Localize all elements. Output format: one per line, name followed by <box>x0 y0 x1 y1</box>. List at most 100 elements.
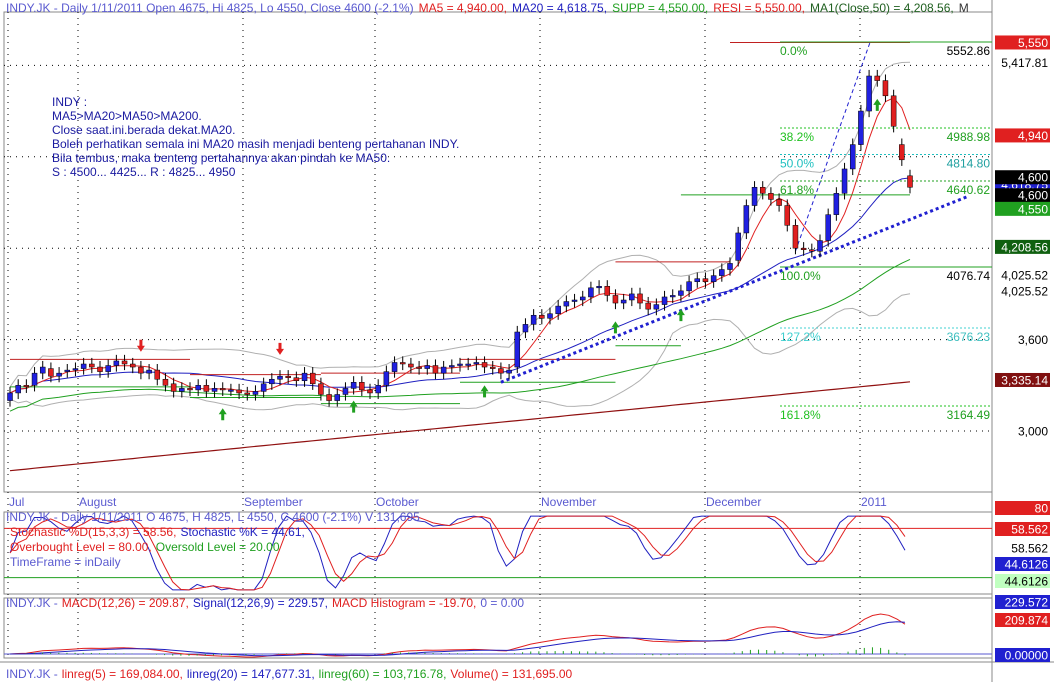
candle-down <box>309 372 316 385</box>
candle-up <box>866 75 872 112</box>
ma50-line <box>9 258 911 412</box>
candle-up <box>424 365 431 369</box>
candle-up <box>211 388 218 392</box>
candle-down <box>162 378 169 386</box>
price-axis-label: 5,417.81 <box>1001 56 1048 70</box>
candle-up <box>449 365 455 368</box>
candle-up <box>473 362 480 365</box>
buy-arrow <box>873 98 882 111</box>
price-axis-label: 4,600 <box>1018 171 1048 185</box>
candle-down <box>432 365 439 374</box>
candle-down <box>416 366 422 369</box>
volume-legend: linreg(60) = 103,716.78, <box>319 667 447 681</box>
candle-up <box>179 388 185 392</box>
stoch-legend: Stochastic %D(15,3,3) = 58.56, <box>10 525 176 539</box>
header-part: MA5 = 4,940.00, <box>419 1 507 15</box>
candle-up <box>710 275 717 282</box>
candle-down <box>48 368 54 377</box>
stoch-levels: Overbought Level = 80.00, <box>10 540 152 554</box>
candle-up <box>629 293 635 301</box>
candle-down <box>890 95 897 127</box>
month-label: December <box>706 495 761 509</box>
month-label: Jul <box>9 495 24 509</box>
fib-value-label: 5552.86 <box>947 44 991 58</box>
candle-down <box>293 377 300 382</box>
price-axis-label: 4,025.52 <box>1001 268 1048 282</box>
price-axis-label: 5,550 <box>1018 36 1048 50</box>
header-part: INDY.JK - Daily 1/11/2011 Open 4675, Hi … <box>6 1 414 15</box>
annotation-line: Close saat.ini.berada dekat.MA20. <box>52 123 235 137</box>
price-axis-label: 4,550 <box>1018 202 1048 216</box>
volume-legend: linreg(5) = 169,084.00, <box>62 667 183 681</box>
fib-value-label: 4814.80 <box>947 157 991 171</box>
macd-title: Signal(12,26,9) = 229.57, <box>193 596 328 610</box>
candle-down <box>219 388 226 391</box>
buy-arrow <box>349 400 358 413</box>
candle-up <box>269 378 275 385</box>
fib-value-label: 4640.62 <box>947 183 991 197</box>
month-label: September <box>244 495 303 509</box>
candle-up <box>391 362 398 372</box>
candle-down <box>359 382 365 391</box>
candle-down <box>882 80 889 97</box>
candle-down <box>408 363 414 368</box>
candle-up <box>228 389 234 392</box>
month-label: August <box>79 495 117 509</box>
candle-up <box>334 394 341 401</box>
candle-up <box>146 369 152 374</box>
candle-down <box>792 225 799 249</box>
macd-axis-label: 229.572 <box>1005 596 1049 610</box>
candle-up <box>7 392 13 401</box>
price-axis-label: 4,940 <box>1018 129 1048 143</box>
candle-down <box>285 375 291 378</box>
candle-up <box>817 240 823 252</box>
candle-down <box>318 383 324 395</box>
month-label: 2011 <box>861 495 887 509</box>
macd-title: 0 = 0.00 <box>480 596 524 610</box>
price-axis-label: 3,000 <box>1018 425 1048 439</box>
candle-up <box>465 363 471 366</box>
candle-down <box>399 362 406 365</box>
candle-up <box>522 324 529 333</box>
fib-pct-label: 61.8% <box>780 183 814 197</box>
volume-legend: INDY.JK - <box>6 667 58 681</box>
candle-up <box>530 314 537 325</box>
candle-down <box>97 366 103 372</box>
candle-up <box>841 168 848 194</box>
annotation-line: Boleh perhatikan semala ini MA20 masih m… <box>52 137 459 151</box>
price-axis-label: 4,600 <box>1018 189 1048 203</box>
candle-up <box>579 296 586 301</box>
header-part: SUPP = 4,550.00, <box>612 1 708 15</box>
candle-down <box>809 249 815 252</box>
stoch-axis-label: 58.562 <box>1011 523 1048 537</box>
fib-value-label: 3676.23 <box>947 330 991 344</box>
macd-axis-label: 0.00000 <box>1005 649 1049 663</box>
candle-up <box>506 369 512 374</box>
chart-canvas: 0.0% 5552.86 38.2% 4988.98 50.0% 4814.80 61.8%… <box>0 0 1054 682</box>
candle-up <box>743 205 750 234</box>
candle-up <box>56 372 62 377</box>
candle-up <box>751 186 758 206</box>
candle-up <box>277 375 283 380</box>
candle-down <box>129 363 136 368</box>
candle-down <box>89 363 95 368</box>
candle-up <box>195 385 201 391</box>
candle-up <box>80 363 87 369</box>
candle-down <box>154 369 161 380</box>
stoch-title: INDY.JK - Daily 1/11/2011 O 4675, H 4825… <box>6 510 420 524</box>
stoch-axis-label: 58.562 <box>1011 542 1048 556</box>
candle-up <box>350 382 357 389</box>
candle-down <box>203 385 210 392</box>
header-part: RESI = 5,550.00, <box>713 1 805 15</box>
candle-up <box>260 383 267 392</box>
candle-down <box>367 389 373 394</box>
candle-up <box>514 331 521 368</box>
candle-up <box>596 286 602 289</box>
candle-down <box>645 302 651 310</box>
bollinger-lower <box>9 293 911 411</box>
fib-pct-label: 38.2% <box>780 130 814 144</box>
annotation-line: Bila tembus, maka benteng pertahannya ak… <box>52 151 390 165</box>
candle-down <box>907 175 913 188</box>
fib-value-label: 3164.49 <box>947 408 991 422</box>
candle-up <box>547 313 553 319</box>
